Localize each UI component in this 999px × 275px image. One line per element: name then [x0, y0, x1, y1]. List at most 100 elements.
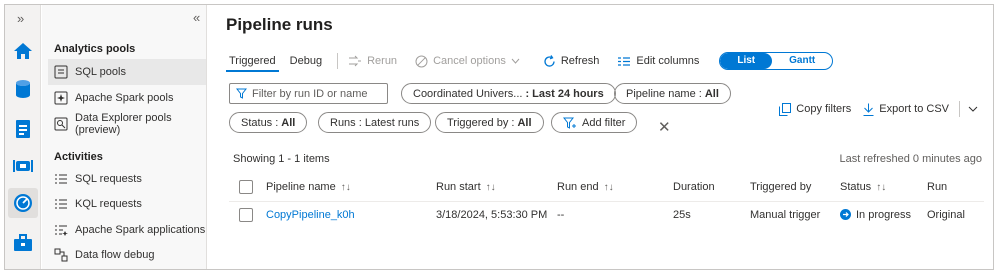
columns-icon — [617, 56, 631, 67]
main-content: Pipeline runs Triggered Debug Rerun Canc… — [208, 5, 993, 269]
search-placeholder: Filter by run ID or name — [252, 87, 368, 100]
col-triggered-by-label: Triggered by — [750, 181, 812, 193]
collapse-panel-icon[interactable]: « — [193, 10, 200, 25]
sort-icon: ↑↓ — [603, 181, 614, 193]
view-list-button[interactable]: List — [720, 53, 773, 69]
icon-rail: » — [5, 5, 41, 269]
data-explorer-icon — [54, 117, 68, 131]
nav-item-label: Apache Spark applications — [75, 224, 206, 236]
col-pipeline-name-label: Pipeline name — [266, 181, 336, 193]
last-refreshed: Last refreshed 0 minutes ago — [839, 153, 982, 165]
row-checkbox[interactable] — [239, 207, 253, 222]
col-duration[interactable]: Duration — [673, 181, 715, 193]
monitor-nav-panel: « Analytics pools SQL pools Apache Spark… — [42, 5, 207, 269]
nav-item-sql-pools[interactable]: SQL pools — [48, 59, 206, 85]
toolbar-divider — [337, 53, 339, 69]
status-filter-value: All — [281, 116, 296, 129]
nav-item-spark-pools[interactable]: Apache Spark pools — [48, 85, 206, 111]
export-csv-button[interactable]: Export to CSV — [863, 103, 949, 116]
col-status-label: Status — [840, 181, 872, 193]
edit-columns-label: Edit columns — [636, 55, 700, 67]
cancel-options-button[interactable]: Cancel options — [415, 55, 525, 68]
tab-debug[interactable]: Debug — [287, 50, 325, 72]
download-icon — [863, 103, 874, 116]
list-icon — [54, 197, 68, 211]
list-star-icon — [54, 223, 68, 237]
refresh-label: Refresh — [560, 55, 600, 67]
nav-item-sql-requests[interactable]: SQL requests — [48, 166, 206, 192]
col-status[interactable]: Status ↑↓ — [840, 181, 886, 193]
cancel-options-label: Cancel options — [433, 55, 506, 67]
nav-item-label: Apache Spark pools — [75, 92, 174, 104]
refresh-button[interactable]: Refresh — [543, 54, 600, 68]
col-run-start-label: Run start — [436, 181, 481, 193]
col-run[interactable]: Run — [927, 181, 947, 193]
nav-item-data-explorer-pools[interactable]: Data Explorer pools (preview) — [48, 111, 206, 137]
copy-icon — [779, 102, 792, 116]
col-run-label: Run — [927, 181, 948, 193]
runs-filter[interactable]: Runs : Latest runs — [318, 112, 432, 133]
rerun-label: Rerun — [367, 55, 398, 67]
sort-icon: ↑↓ — [340, 181, 351, 193]
sort-icon: ↑↓ — [876, 181, 887, 193]
list-icon — [54, 172, 68, 186]
nav-item-label: SQL requests — [75, 173, 142, 185]
actions-divider — [959, 101, 960, 117]
runs-filter-label: Runs : Latest runs — [330, 116, 420, 129]
expand-rail-icon[interactable]: » — [17, 11, 24, 26]
nav-item-spark-applications[interactable]: Apache Spark applications — [48, 217, 206, 243]
search-input[interactable]: Filter by run ID or name — [229, 83, 388, 104]
more-actions-chevron-icon[interactable] — [968, 103, 978, 115]
dataflow-icon — [54, 248, 68, 262]
view-gantt-button[interactable]: Gantt — [772, 53, 832, 69]
items-count: Showing 1 - 1 items — [233, 153, 330, 165]
add-filter-icon — [563, 117, 577, 129]
app-frame: » « Analytics pools SQL pools Apache Spa… — [4, 4, 994, 270]
col-run-start[interactable]: Run start ↑↓ — [436, 181, 496, 193]
col-run-end[interactable]: Run end ↑↓ — [557, 181, 614, 193]
chevron-down-icon — [511, 58, 520, 64]
triggered-by-filter[interactable]: Triggered by : All — [435, 112, 544, 133]
col-pipeline-name[interactable]: Pipeline name ↑↓ — [266, 181, 351, 193]
col-duration-label: Duration — [673, 181, 715, 193]
table-row[interactable]: CopyPipeline_k0h 3/18/2024, 5:53:30 PM -… — [229, 201, 984, 227]
pipeline-icon[interactable] — [11, 154, 35, 178]
status-value: In progress — [856, 208, 912, 221]
export-csv-label: Export to CSV — [879, 103, 949, 115]
nav-item-kql-requests[interactable]: KQL requests — [48, 191, 206, 217]
home-icon[interactable] — [11, 39, 35, 63]
view-toggle: List Gantt — [719, 52, 834, 70]
rerun-button[interactable]: Rerun — [348, 55, 397, 67]
nav-item-label: SQL pools — [75, 66, 126, 78]
section-activities: Activities — [54, 151, 103, 163]
add-filter-label: Add filter — [582, 116, 626, 129]
monitor-icon[interactable] — [8, 188, 38, 218]
add-filter-button[interactable]: Add filter — [551, 112, 638, 133]
status-filter[interactable]: Status : All — [229, 112, 308, 133]
copy-filters-label: Copy filters — [796, 103, 852, 115]
time-range-filter[interactable]: Coordinated Univers... : Last 24 hours — [401, 83, 616, 104]
right-actions: Copy filters Export to CSV — [767, 101, 978, 117]
time-zone-label: Coordinated Univers... — [413, 87, 523, 100]
duration-value: 25s — [673, 208, 691, 221]
toolbox-icon[interactable] — [11, 231, 35, 255]
triggered-by-value: Manual trigger — [750, 208, 821, 221]
refresh-icon — [543, 54, 556, 68]
copy-filters-button[interactable]: Copy filters — [779, 102, 852, 116]
run-end-value: -- — [557, 208, 565, 221]
select-all-checkbox[interactable] — [239, 180, 253, 194]
pipeline-filter-value: All — [704, 87, 719, 100]
nav-item-label: Data flow debug — [75, 249, 155, 261]
document-icon[interactable] — [11, 117, 35, 141]
pipeline-name-filter[interactable]: Pipeline name : All — [614, 83, 731, 104]
triggered-filter-label: Triggered by : — [447, 116, 515, 129]
pipeline-name-link[interactable]: CopyPipeline_k0h — [266, 209, 355, 221]
tab-triggered[interactable]: Triggered — [226, 50, 279, 72]
clear-filters-icon[interactable]: ✕ — [658, 118, 671, 136]
nav-item-label: KQL requests — [75, 198, 142, 210]
col-triggered-by[interactable]: Triggered by — [750, 181, 811, 193]
edit-columns-button[interactable]: Edit columns — [617, 55, 699, 67]
database-icon[interactable] — [11, 77, 35, 101]
nav-item-data-flow-debug[interactable]: Data flow debug — [48, 242, 206, 268]
spark-pool-icon — [54, 91, 68, 105]
